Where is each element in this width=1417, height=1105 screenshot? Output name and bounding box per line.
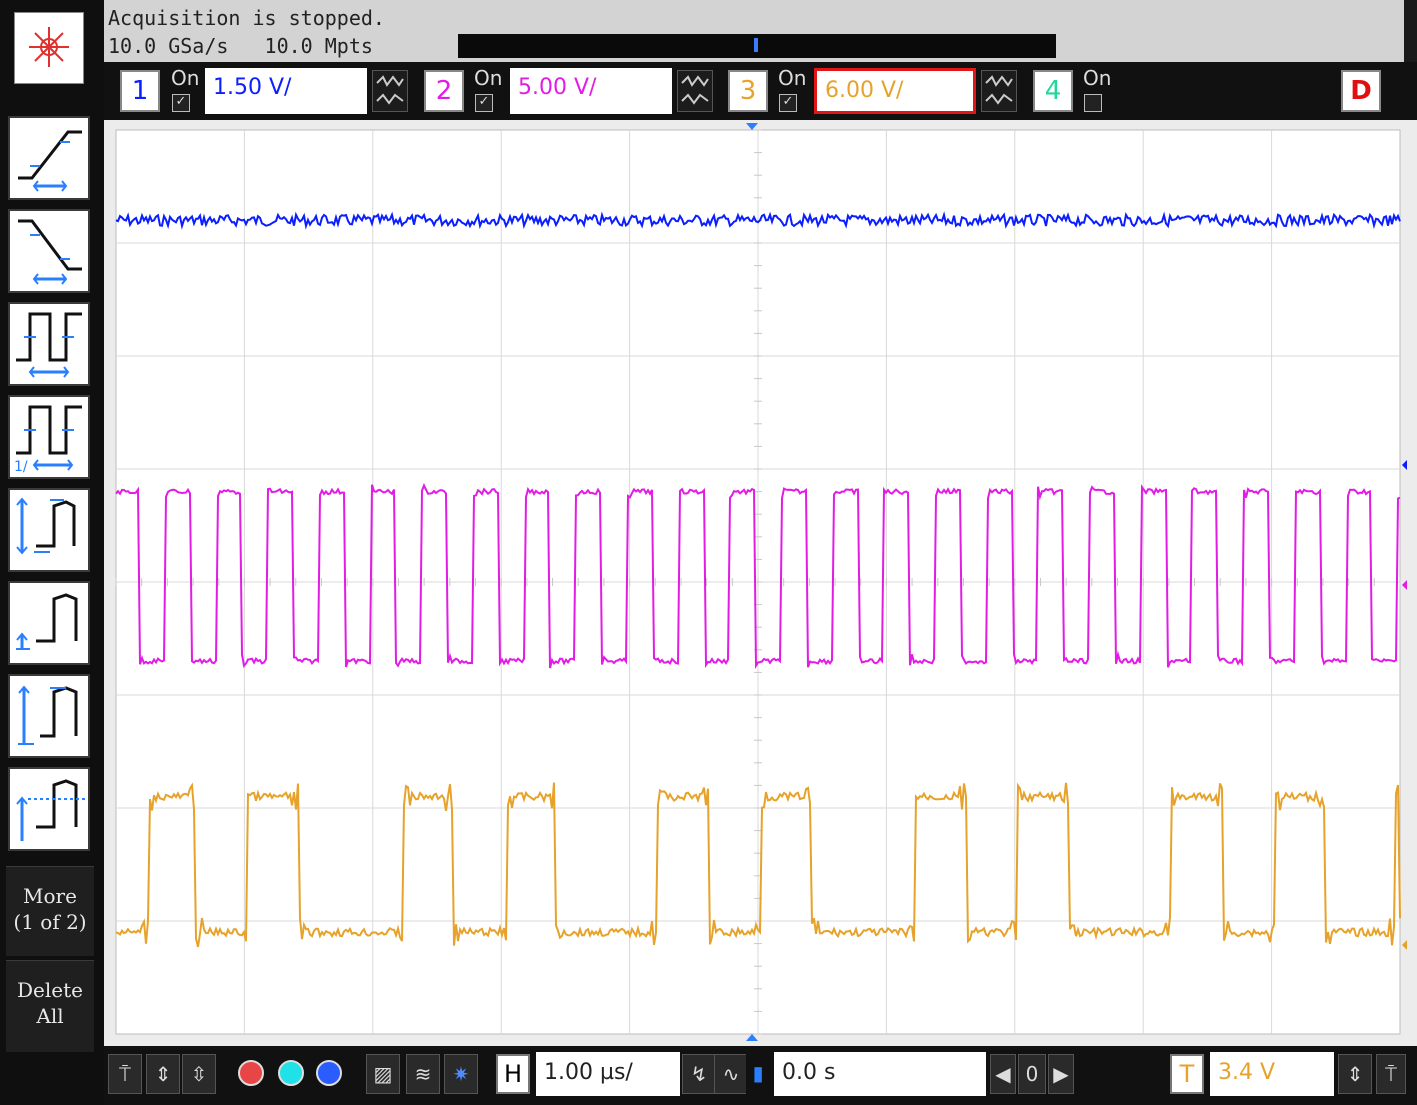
maximum-icon: [16, 593, 78, 650]
memory-depth: 10.0 Mpts: [264, 34, 373, 58]
channel-1-on-label: On: [171, 66, 200, 90]
trigger-position-marker-bottom: [746, 1034, 758, 1041]
top-button[interactable]: [8, 767, 90, 851]
timebase-scale-field[interactable]: 1.00 µs/: [536, 1052, 680, 1096]
channel-2-on-checkbox[interactable]: ✓: [475, 94, 493, 112]
acquisition-status: Acquisition is stopped.: [108, 6, 385, 30]
keysight-logo-button[interactable]: [14, 12, 84, 84]
channel-3-scale-field[interactable]: 6.00 V/: [814, 68, 976, 114]
channel-2-coupling-button[interactable]: [677, 70, 713, 112]
amplitude-icon: [18, 685, 78, 745]
sample-rate: 10.0 GSa/s: [108, 34, 229, 58]
channel-1-button[interactable]: 1: [120, 70, 160, 112]
channel-3-button[interactable]: 3: [728, 70, 768, 112]
channel-4-on-label: On: [1083, 66, 1112, 90]
channel-3-coupling-button[interactable]: [981, 70, 1017, 112]
delay-right-button[interactable]: ▶: [1048, 1054, 1074, 1094]
reference-marker-icon: ▮: [752, 1061, 764, 1085]
run-stop-button[interactable]: [238, 1060, 264, 1086]
coupling-icon: [376, 75, 404, 105]
delay-field[interactable]: 0.0 s: [774, 1052, 986, 1096]
bottom-toolbar: ⍑ ⇕ ⇳ ▨ ≋ ✷ H 1.00 µs/ ↯ ∿ ▮ 0.0 s ◀ 0 ▶…: [104, 1046, 1417, 1105]
svg-text:1/: 1/: [14, 459, 28, 475]
channel-1-ground-marker: [1402, 460, 1407, 470]
measurement-sidebar: 1/ More (1 of 2) Delete All: [0, 0, 104, 1105]
coupling-icon: [985, 75, 1013, 105]
channel-2-button[interactable]: 2: [424, 70, 464, 112]
waveform-display[interactable]: [104, 120, 1417, 1046]
sun-icon: ✷: [452, 1062, 470, 1086]
more-button[interactable]: More (1 of 2): [6, 866, 94, 956]
channel-2-ground-marker: [1402, 580, 1407, 590]
channel-1-coupling-button[interactable]: [372, 70, 408, 112]
channel-4-on-checkbox[interactable]: [1084, 94, 1102, 112]
period-button[interactable]: [8, 302, 90, 386]
more-page-label: (1 of 2): [13, 910, 87, 934]
top-icon: [16, 779, 86, 841]
channel-1-on-checkbox[interactable]: ✓: [172, 94, 190, 112]
peak-to-peak-button[interactable]: [8, 488, 90, 572]
acquire-button[interactable]: ≋: [406, 1054, 440, 1094]
zoom-value-button[interactable]: 0: [1018, 1054, 1046, 1094]
timeline-marker: [754, 38, 758, 52]
memory-timeline-bar[interactable]: [458, 34, 1056, 58]
maximum-button[interactable]: [8, 581, 90, 665]
coupling-icon: [681, 75, 709, 105]
channel-bar: 1 On ✓ 1.50 V/ 2 On ✓ 5.00 V/ 3 On ✓ 6.0…: [104, 62, 1417, 120]
vertical-adjust-button[interactable]: ⇳: [182, 1054, 216, 1094]
all-label: All: [36, 1004, 64, 1028]
delete-label: Delete: [17, 978, 83, 1002]
layers-icon: ≋: [414, 1062, 432, 1086]
rise-time-button[interactable]: [8, 116, 90, 200]
pin-icon: ⍑: [119, 1062, 131, 1086]
display-icon: ▨: [373, 1062, 393, 1086]
delay-reference-button[interactable]: ▮: [746, 1054, 770, 1094]
waveform-mode-button[interactable]: ∿: [714, 1054, 748, 1094]
sine-wave-icon: ∿: [722, 1062, 740, 1086]
channel-2-scale-field[interactable]: 5.00 V/: [510, 68, 672, 114]
fall-time-icon: [18, 219, 82, 285]
channel-1-scale-field[interactable]: 1.50 V/: [205, 68, 367, 114]
channel-3-on-label: On: [778, 66, 807, 90]
bottom-info-button[interactable]: ⍑: [108, 1054, 142, 1094]
fall-time-button[interactable]: [8, 209, 90, 293]
delete-all-button[interactable]: Delete All: [6, 960, 94, 1052]
trigger-position-marker-top: [746, 123, 758, 130]
delay-left-button[interactable]: ◀: [990, 1054, 1016, 1094]
peak-to-peak-icon: [16, 497, 76, 555]
digital-channels-button[interactable]: D: [1341, 70, 1381, 112]
timebase-mode-icon: ↯: [690, 1062, 708, 1086]
trigger-level-stepper[interactable]: ⇕: [1338, 1054, 1372, 1094]
acquisition-status-bar: Acquisition is stopped. 10.0 GSa/s 10.0 …: [104, 0, 1404, 62]
frequency-button[interactable]: 1/: [8, 395, 90, 479]
channel-2-on-label: On: [474, 66, 503, 90]
channel-3-ground-marker: [1402, 940, 1407, 950]
more-label: More: [23, 884, 77, 908]
pin-icon: ⍑: [1385, 1062, 1397, 1086]
trigger-menu-button[interactable]: ⍑: [1376, 1054, 1406, 1094]
up-down-arrows-icon: ⇕: [1346, 1062, 1364, 1086]
keysight-logo-icon: [29, 27, 69, 67]
scroll-button[interactable]: ⇕: [146, 1054, 180, 1094]
rise-time-icon: [18, 130, 82, 192]
acquisition-settings: 10.0 GSa/s 10.0 Mpts: [108, 34, 373, 58]
horizontal-button[interactable]: H: [496, 1054, 530, 1094]
trigger-button[interactable]: T: [1170, 1054, 1204, 1094]
adjust-icon: ⇳: [190, 1062, 208, 1086]
up-down-icon: ⇕: [154, 1062, 172, 1086]
channel-4-button[interactable]: 4: [1033, 70, 1073, 112]
auto-scale-button[interactable]: [316, 1060, 342, 1086]
utility-button[interactable]: ✷: [444, 1054, 478, 1094]
chevron-left-icon: ◀: [995, 1062, 1011, 1086]
waveform-canvas[interactable]: [104, 120, 1417, 1046]
frequency-icon: 1/: [14, 405, 82, 475]
single-button[interactable]: [278, 1060, 304, 1086]
amplitude-button[interactable]: [8, 674, 90, 758]
period-icon: [16, 312, 82, 378]
channel-3-on-checkbox[interactable]: ✓: [779, 94, 797, 112]
chevron-right-icon: ▶: [1053, 1062, 1069, 1086]
timebase-mode-button[interactable]: ↯: [682, 1054, 716, 1094]
display-button[interactable]: ▨: [366, 1054, 400, 1094]
trigger-level-field[interactable]: 3.4 V: [1210, 1052, 1334, 1096]
